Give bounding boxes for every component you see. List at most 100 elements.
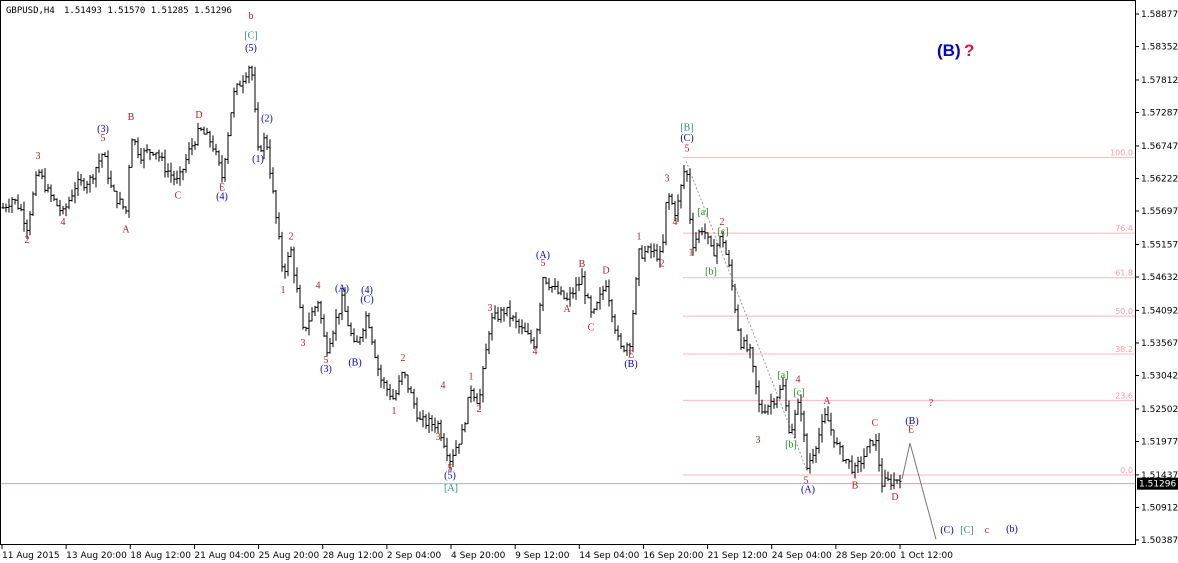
wave-label: (5) <box>245 43 257 54</box>
x-tick-label: 11 Aug 2015 <box>2 551 60 561</box>
wave-label: (1) <box>252 154 264 165</box>
fib-label: 38.2 <box>1115 345 1133 354</box>
x-axis: 11 Aug 2015 13 Aug 20:00 18 Aug 12:00 21 Au… <box>1 545 953 561</box>
wave-label: (C) <box>680 133 693 144</box>
wave-label: E <box>908 425 914 436</box>
x-tick-label: 13 Aug 20:00 <box>66 551 127 561</box>
wave-label: (A) <box>801 485 815 496</box>
fib-label: 23.6 <box>1115 391 1133 400</box>
x-tick-label: 2 Sep 04:00 <box>387 551 442 561</box>
wave-label: 3 <box>756 435 761 446</box>
fib-label: 0.0 <box>1120 466 1133 475</box>
wave-label: D <box>195 110 202 121</box>
wave-label: 3 <box>436 432 441 443</box>
wave-label: 4 <box>673 217 678 228</box>
y-tick-label: 1.51977 <box>1141 437 1178 447</box>
y-tick-label: 1.57287 <box>1141 109 1178 119</box>
y-tick-label: 1.58877 <box>1141 10 1178 20</box>
fib-label: 100.0 <box>1110 149 1133 158</box>
y-tick-label: 1.53042 <box>1141 372 1178 382</box>
wave-label: 2 <box>660 259 665 270</box>
wave-label: [b] <box>785 440 797 451</box>
y-axis: 1.58877 1.58352 1.57812 1.57287 1.56747 1.562… <box>1135 10 1178 546</box>
wave-label: 4 <box>61 217 66 228</box>
wave-label: A <box>823 396 831 407</box>
wave-label: 2 <box>25 235 30 246</box>
y-tick-label: 1.56222 <box>1141 174 1178 184</box>
wave-label: 4 <box>316 280 321 291</box>
wave-label: [a] <box>697 207 708 218</box>
price-chart: 100.076.461.850.038.223.60.0 b[C](5)324(… <box>0 0 1178 561</box>
x-tick-label: 21 Aug 04:00 <box>194 551 255 561</box>
wave-label: (A) <box>335 283 349 294</box>
x-tick-label: 9 Sep 12:00 <box>515 551 570 561</box>
wave-label: B <box>579 259 586 270</box>
wave-label: (4) <box>216 192 228 203</box>
wave-label: 5 <box>685 143 690 154</box>
fib-label: 61.8 <box>1115 269 1133 278</box>
wave-label: (3) <box>320 364 332 375</box>
wave-label: (C) <box>940 525 953 536</box>
wave-label: [C] <box>244 31 257 42</box>
x-tick-label: 4 Sep 20:00 <box>451 551 506 561</box>
wave-label: 3 <box>488 303 493 314</box>
wave-label: C <box>588 322 595 333</box>
wave-label: 4 <box>796 374 801 385</box>
wave-label: 2 <box>477 404 482 415</box>
corner-wave-label: (B) <box>937 41 961 60</box>
current-price-value: 1.51296 <box>1139 480 1176 490</box>
wave-label: (B) <box>624 359 637 370</box>
wave-label: 1 <box>637 231 642 242</box>
corner-annotation: (B) ? <box>937 41 974 60</box>
wave-label: [a] <box>777 370 788 381</box>
wave-label: B <box>128 112 135 123</box>
fib-label: 76.4 <box>1115 224 1133 233</box>
wave-label: A <box>563 304 571 315</box>
wave-label: 1 <box>689 247 694 258</box>
wave-label: 4 <box>533 347 538 358</box>
wave-label: D <box>602 265 609 276</box>
wave-label: [c] <box>717 226 728 237</box>
wave-label: 3 <box>301 338 306 349</box>
wave-label: B <box>852 480 859 491</box>
wave-label: (C) <box>360 295 373 306</box>
wave-label: 1 <box>281 285 286 296</box>
wave-label: A <box>122 225 130 236</box>
wave-label: c <box>985 525 990 536</box>
wave-label: C <box>175 190 182 201</box>
y-tick-label: 1.54092 <box>1141 306 1178 316</box>
wave-label: D <box>891 492 898 503</box>
x-tick-label: 14 Sep 04:00 <box>579 551 639 561</box>
y-tick-label: 1.53567 <box>1141 339 1178 349</box>
x-tick-label: 28 Aug 12:00 <box>323 551 384 561</box>
chart-ohlc: 1.51493 1.51570 1.51285 1.51296 <box>64 6 232 16</box>
wave-label: 3 <box>665 174 670 185</box>
x-tick-label: 1 Oct 12:00 <box>900 551 953 561</box>
x-tick-label: 28 Sep 20:00 <box>836 551 896 561</box>
plot-area <box>0 0 1136 545</box>
wave-label: [c] <box>793 387 804 398</box>
chart-symbol: GBPUSD,H4 <box>6 6 55 16</box>
current-price-tag: 1.51296 <box>1137 477 1178 490</box>
y-tick-label: 1.52502 <box>1141 405 1178 415</box>
y-tick-label: 1.56747 <box>1141 142 1178 152</box>
wave-label: 2 <box>289 231 294 242</box>
fib-label: 50.0 <box>1115 307 1133 316</box>
wave-label: [B] <box>680 122 693 133</box>
wave-label: [b] <box>705 267 717 278</box>
x-tick-label: 24 Sep 04:00 <box>772 551 832 561</box>
wave-label: (2) <box>261 114 273 125</box>
x-tick-label: 25 Aug 20:00 <box>259 551 320 561</box>
wave-label: [A] <box>444 483 458 494</box>
wave-label: 5 <box>101 133 106 144</box>
wave-label: 2 <box>401 353 406 364</box>
x-tick-label: 18 Aug 12:00 <box>130 551 191 561</box>
wave-label: 3 <box>36 151 41 162</box>
x-tick-label: 16 Sep 20:00 <box>643 551 703 561</box>
x-tick-label: 21 Sep 12:00 <box>708 551 768 561</box>
wave-label: 1 <box>392 406 397 417</box>
wave-label: (b) <box>1006 524 1018 535</box>
y-tick-label: 1.55157 <box>1141 240 1178 250</box>
corner-question-mark: ? <box>964 41 974 60</box>
y-tick-label: 1.50387 <box>1141 536 1178 546</box>
